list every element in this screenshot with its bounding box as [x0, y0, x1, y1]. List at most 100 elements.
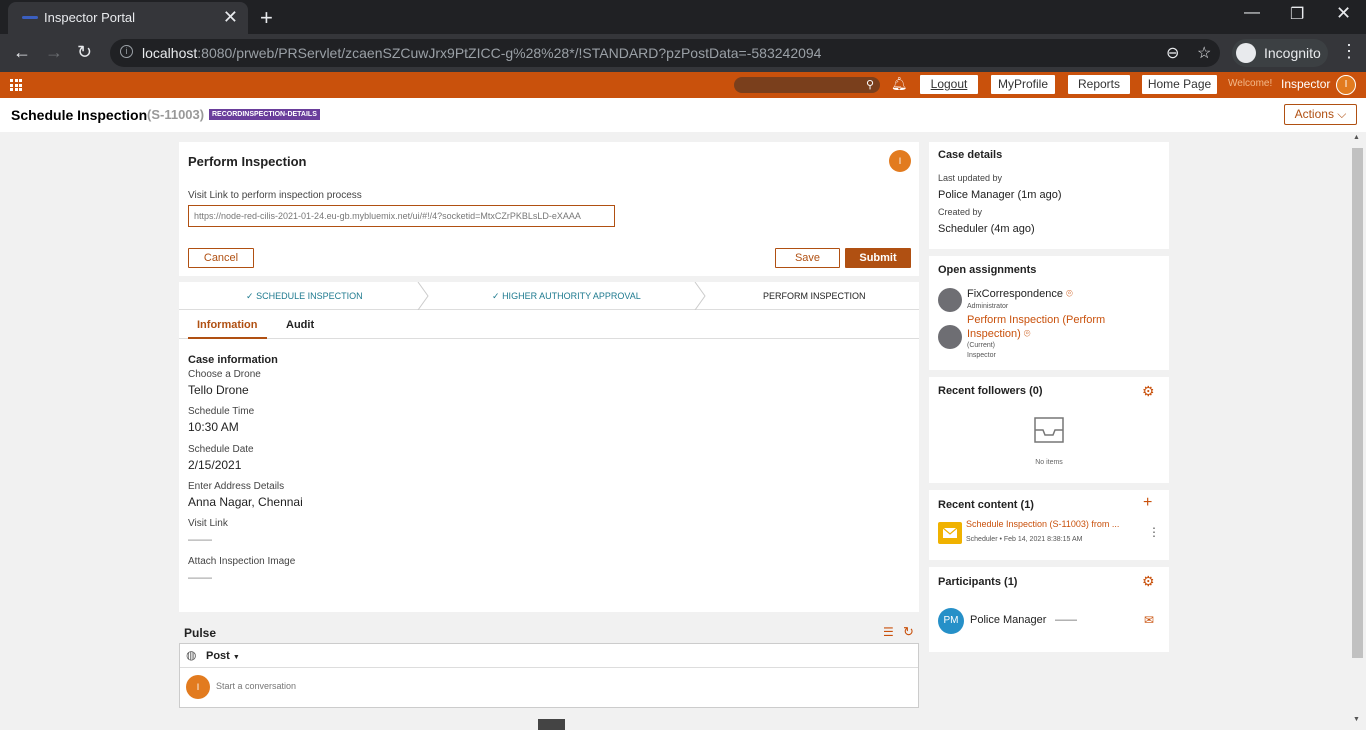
field-value: 2/15/2021	[188, 458, 242, 472]
created-by-value: Scheduler (4m ago)	[938, 223, 1035, 235]
recent-content-link[interactable]: Schedule Inspection (S-11003) from ...	[966, 519, 1119, 529]
incognito-badge[interactable]: Incognito	[1232, 39, 1328, 67]
last-updated-label: Last updated by	[938, 173, 1003, 183]
back-icon[interactable]: ←	[13, 42, 31, 63]
forward-icon[interactable]: →	[45, 42, 63, 63]
browser-tab[interactable]: Inspector Portal ✕	[8, 2, 248, 34]
caret-down-icon: ▼	[232, 654, 240, 661]
submit-button[interactable]: Submit	[845, 248, 911, 268]
tab-title: Inspector Portal	[44, 10, 136, 25]
participants-heading: Participants (1)	[938, 576, 1018, 588]
assignment-status: (Current)	[967, 342, 996, 349]
recent-content-meta: Scheduler • Feb 14, 2021 8:38:15 AM	[966, 536, 1083, 543]
header-search-input[interactable]: ⚲	[734, 77, 880, 93]
post-dropdown[interactable]: Post ▼	[206, 650, 240, 662]
field-value: ——	[188, 570, 212, 584]
new-tab-icon[interactable]: +	[260, 5, 273, 31]
recent-followers-heading: Recent followers (0)	[938, 385, 1043, 397]
tab-audit[interactable]: Audit	[286, 319, 314, 331]
gear-icon[interactable]: ⚙	[1142, 573, 1155, 590]
clock-icon	[938, 325, 962, 349]
assignment-card: Perform Inspection I Visit Link to perfo…	[179, 142, 919, 276]
search-icon[interactable]: ⚲	[866, 78, 874, 91]
field-value: 10:30 AM	[188, 420, 239, 434]
scroll-down-icon[interactable]: ▼	[1353, 716, 1360, 723]
status-badge: RECORDINSPECTION-DETAILS	[209, 109, 320, 120]
stage-higher-authority-approval: ✓ HIGHER AUTHORITY APPROVAL	[492, 282, 641, 310]
assignment-fixcorrespondence[interactable]: FixCorrespondence ⌾	[967, 288, 1073, 301]
stage-label: HIGHER AUTHORITY APPROVAL	[502, 291, 641, 301]
logout-button[interactable]: Logout	[920, 75, 978, 94]
minimize-icon[interactable]: —	[1244, 4, 1260, 22]
app-header: ⚲ 🔔︎ Logout MyProfile Reports Home Page …	[0, 72, 1366, 98]
pulse-toolbar: ◍ Post ▼	[180, 644, 918, 668]
bottom-tab-stub	[538, 719, 565, 730]
tab-close-icon[interactable]: ✕	[223, 7, 238, 28]
home-page-button[interactable]: Home Page	[1142, 75, 1217, 94]
email-icon	[938, 522, 962, 544]
stage-label: SCHEDULE INSPECTION	[256, 291, 363, 301]
user-name[interactable]: Inspector	[1281, 77, 1330, 91]
field-label: Attach Inspection Image	[188, 556, 296, 567]
gear-icon[interactable]: ⚙	[1142, 383, 1155, 400]
empty-inbox-icon	[1034, 417, 1064, 443]
avatar: PM	[938, 608, 964, 634]
myprofile-button[interactable]: MyProfile	[991, 75, 1055, 94]
cancel-button[interactable]: Cancel	[188, 248, 254, 268]
pulse-card: ◍ Post ▼ I Start a conversation	[179, 643, 919, 708]
last-updated-value: Police Manager (1m ago)	[938, 189, 1062, 201]
recent-content-card: Recent content (1) + Schedule Inspection…	[929, 490, 1169, 560]
visit-link-input[interactable]: https://node-red-cilis-2021-01-24.eu-gb.…	[188, 205, 615, 227]
field-inspection-image: Attach Inspection Image ——	[188, 556, 295, 584]
reload-icon[interactable]: ↻	[77, 42, 92, 63]
url-field[interactable]: i localhost:8080/prweb/PRServlet/zcaenSZ…	[110, 39, 1220, 67]
actions-button[interactable]: Actions ⌵	[1284, 104, 1357, 125]
assignment-avatar: I	[889, 150, 911, 172]
more-options-icon[interactable]: ⋮	[1148, 525, 1160, 539]
field-label: Choose a Drone	[188, 369, 261, 380]
scrollbar-thumb[interactable]	[1352, 148, 1363, 658]
participants-card: Participants (1) ⚙ PM Police Manager —— …	[929, 567, 1169, 652]
assignment-name: Perform Inspection (Perform Inspection)	[967, 314, 1106, 340]
field-label: Visit Link	[188, 518, 228, 529]
add-icon[interactable]: +	[1143, 494, 1152, 512]
restore-icon[interactable]: ❐	[1290, 4, 1304, 24]
field-value: Tello Drone	[188, 383, 249, 397]
filter-icon[interactable]: ☰	[883, 625, 894, 639]
incognito-label: Incognito	[1264, 45, 1321, 61]
location-pin-icon: ⌾	[1023, 328, 1031, 340]
site-info-icon[interactable]: i	[120, 45, 133, 58]
save-button[interactable]: Save	[775, 248, 840, 268]
reports-button[interactable]: Reports	[1068, 75, 1130, 94]
app-launcher-icon[interactable]	[10, 79, 22, 91]
page-title: Schedule Inspection	[11, 107, 148, 123]
assignment-name: FixCorrespondence	[967, 288, 1063, 300]
pulse-avatar: I	[186, 675, 210, 699]
case-details-heading: Case details	[938, 149, 1003, 161]
notifications-bell-icon[interactable]: 🔔︎	[891, 76, 908, 92]
case-details-card: Case details Last updated by Police Mana…	[929, 142, 1169, 249]
tab-information[interactable]: Information	[188, 319, 267, 339]
tab-bar: Information Audit	[179, 310, 919, 339]
refresh-icon[interactable]: ↻	[903, 624, 914, 640]
zoom-icon[interactable]: ⊖	[1166, 43, 1179, 63]
welcome-text: Welcome!	[1228, 78, 1273, 89]
stage-chevron-icon	[417, 282, 429, 310]
case-main-card: ✓ SCHEDULE INSPECTION ✓ HIGHER AUTHORITY…	[179, 282, 919, 612]
browser-menu-icon[interactable]: ⋮	[1340, 41, 1358, 62]
check-icon: ✓	[492, 291, 500, 301]
assignment-perform-inspection[interactable]: Perform Inspection (Perform Inspection) …	[967, 313, 1157, 341]
mail-icon[interactable]: ✉	[1144, 613, 1154, 627]
stage-perform-inspection: PERFORM INSPECTION	[763, 291, 866, 301]
url-text: localhost:8080/prweb/PRServlet/zcaenSZCu…	[142, 45, 822, 61]
scroll-up-icon[interactable]: ▲	[1353, 134, 1360, 141]
recent-followers-card: Recent followers (0) ⚙ No items	[929, 377, 1169, 483]
case-information-heading: Case information	[188, 354, 278, 366]
bookmark-star-icon[interactable]: ☆	[1197, 43, 1211, 63]
page: Schedule Inspection (S-11003) RECORDINSP…	[0, 98, 1366, 730]
user-avatar[interactable]: I	[1336, 75, 1356, 95]
participant-name[interactable]: Police Manager	[970, 614, 1046, 626]
window-close-icon[interactable]: ✕	[1336, 3, 1351, 24]
conversation-input[interactable]: Start a conversation	[216, 681, 296, 691]
tab-favicon-icon	[22, 16, 38, 19]
